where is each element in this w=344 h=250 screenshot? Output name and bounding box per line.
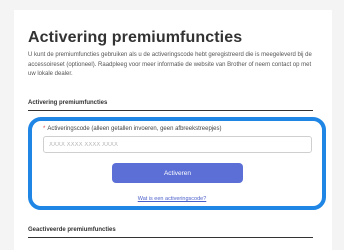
activated-section-heading: Geactiveerde premiumfuncties bbox=[28, 227, 116, 233]
activated-section-divider bbox=[28, 237, 313, 238]
activation-code-input[interactable] bbox=[43, 136, 312, 153]
activation-section-heading: Activering premiumfuncties bbox=[28, 100, 108, 106]
activation-code-label: * Activeringscode (alleen getallen invoer… bbox=[43, 125, 221, 133]
activate-button[interactable]: Activeren bbox=[112, 163, 243, 183]
activation-code-label-text: Activeringscode (alleen getallen invoere… bbox=[47, 126, 222, 132]
page-title: Activering premiumfuncties bbox=[28, 29, 243, 46]
what-is-activation-code-link[interactable]: Wat is een activeringscode? bbox=[0, 195, 344, 203]
activation-section-divider bbox=[28, 110, 313, 111]
required-marker: * bbox=[43, 126, 46, 132]
intro-text: U kunt de premiumfuncties gebruiken als … bbox=[28, 52, 312, 77]
